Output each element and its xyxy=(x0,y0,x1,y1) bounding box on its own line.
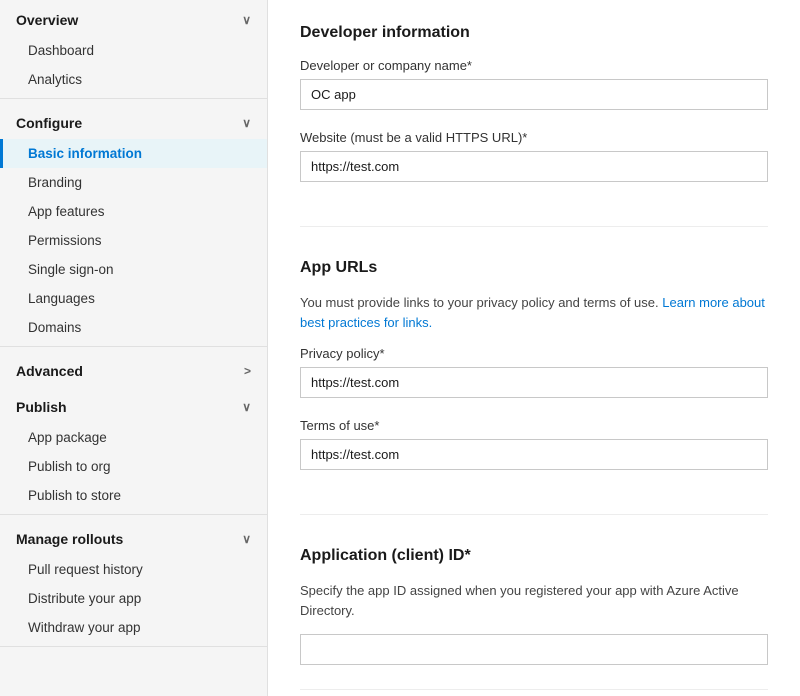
sidebar-section-publish[interactable]: Publish ∨ xyxy=(0,387,267,423)
client-id-title: Application (client) ID* xyxy=(300,547,768,565)
sidebar-item-basic-information[interactable]: Basic information xyxy=(0,139,267,168)
sidebar-item-languages[interactable]: Languages xyxy=(0,284,267,313)
sidebar-section-label-publish: Publish xyxy=(16,399,67,415)
sidebar-chevron-advanced: > xyxy=(244,364,251,378)
client-id-description: Specify the app ID assigned when you reg… xyxy=(300,581,768,620)
sidebar-item-analytics[interactable]: Analytics xyxy=(0,65,267,94)
sidebar-section-label-manage-rollouts: Manage rollouts xyxy=(16,531,123,547)
sidebar-divider-after-overview xyxy=(0,98,267,99)
sidebar-chevron-configure: ∨ xyxy=(242,116,251,130)
sidebar-section-manage-rollouts[interactable]: Manage rollouts ∨ xyxy=(0,519,267,555)
client-id-input[interactable] xyxy=(300,634,768,665)
sidebar-item-permissions[interactable]: Permissions xyxy=(0,226,267,255)
sidebar-section-configure[interactable]: Configure ∨ xyxy=(0,103,267,139)
sidebar-item-dashboard[interactable]: Dashboard xyxy=(0,36,267,65)
sidebar-divider-after-manage-rollouts xyxy=(0,646,267,647)
sidebar-section-overview[interactable]: Overview ∨ xyxy=(0,0,267,36)
sidebar-item-publish-to-org[interactable]: Publish to org xyxy=(0,452,267,481)
client-id-section: Application (client) ID* Specify the app … xyxy=(300,547,768,690)
app-urls-description: You must provide links to your privacy p… xyxy=(300,293,768,332)
developer-info-section: Developer information Developer or compan… xyxy=(300,24,768,227)
sidebar-item-distribute-your-app[interactable]: Distribute your app xyxy=(0,584,267,613)
sidebar-item-branding[interactable]: Branding xyxy=(0,168,267,197)
sidebar-section-label-advanced: Advanced xyxy=(16,363,83,379)
sidebar-item-publish-to-store[interactable]: Publish to store xyxy=(0,481,267,510)
sidebar-section-label-configure: Configure xyxy=(16,115,82,131)
sidebar-item-single-sign-on[interactable]: Single sign-on xyxy=(0,255,267,284)
privacy-policy-group: Privacy policy* xyxy=(300,346,768,398)
sidebar-item-app-package[interactable]: App package xyxy=(0,423,267,452)
sidebar-item-pull-request-history[interactable]: Pull request history xyxy=(0,555,267,584)
sidebar-divider-after-configure xyxy=(0,346,267,347)
company-name-input[interactable] xyxy=(300,79,768,110)
app-urls-title: App URLs xyxy=(300,259,768,277)
privacy-policy-input[interactable] xyxy=(300,367,768,398)
website-label: Website (must be a valid HTTPS URL)* xyxy=(300,130,768,145)
terms-of-use-input[interactable] xyxy=(300,439,768,470)
sidebar-item-withdraw-your-app[interactable]: Withdraw your app xyxy=(0,613,267,642)
sidebar-item-domains[interactable]: Domains xyxy=(0,313,267,342)
sidebar-divider-after-publish xyxy=(0,514,267,515)
sidebar-chevron-publish: ∨ xyxy=(242,400,251,414)
sidebar-chevron-overview: ∨ xyxy=(242,13,251,27)
company-name-group: Developer or company name* xyxy=(300,58,768,110)
sidebar-section-advanced[interactable]: Advanced > xyxy=(0,351,267,387)
company-name-label: Developer or company name* xyxy=(300,58,768,73)
sidebar-section-label-overview: Overview xyxy=(16,12,78,28)
sidebar: Overview ∨ DashboardAnalytics Configure ∨ Bas… xyxy=(0,0,268,696)
website-group: Website (must be a valid HTTPS URL)* xyxy=(300,130,768,182)
terms-of-use-group: Terms of use* xyxy=(300,418,768,470)
website-input[interactable] xyxy=(300,151,768,182)
main-content: Developer information Developer or compan… xyxy=(268,0,800,696)
developer-info-title: Developer information xyxy=(300,24,768,42)
app-urls-learn-more-link[interactable]: Learn more about best practices for link… xyxy=(300,295,765,330)
privacy-policy-label: Privacy policy* xyxy=(300,346,768,361)
sidebar-item-app-features[interactable]: App features xyxy=(0,197,267,226)
terms-of-use-label: Terms of use* xyxy=(300,418,768,433)
app-urls-section: App URLs You must provide links to your p… xyxy=(300,259,768,515)
sidebar-chevron-manage-rollouts: ∨ xyxy=(242,532,251,546)
